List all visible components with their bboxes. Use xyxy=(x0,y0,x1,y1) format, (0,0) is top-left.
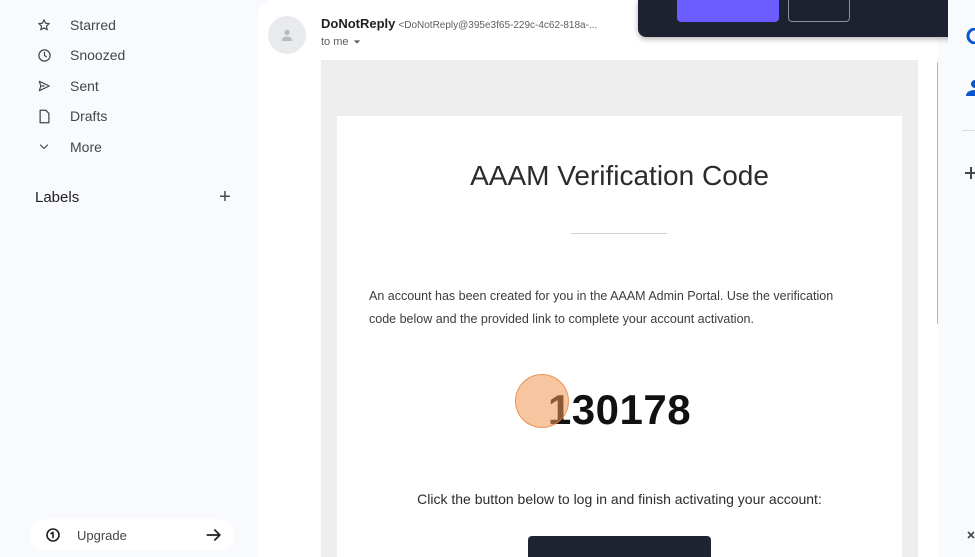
sidebar-item-label: Sent xyxy=(70,78,99,94)
extension-popup xyxy=(638,0,975,37)
email-instruction: Click the button below to log in and fin… xyxy=(417,491,822,507)
chevron-down-icon xyxy=(34,137,54,157)
clock-icon xyxy=(34,45,54,65)
email-paragraph: An account has been created for you in t… xyxy=(369,289,834,326)
add-app-icon[interactable] xyxy=(965,166,975,180)
send-icon xyxy=(34,76,54,96)
popup-primary-button[interactable] xyxy=(677,0,779,22)
sender-email: <DoNotReply@395e3f65-229c-4c62-818a-... xyxy=(398,20,598,31)
draft-icon xyxy=(34,106,54,126)
sidebar-item-sent[interactable]: Sent xyxy=(34,74,99,98)
verification-code: 130178 xyxy=(547,386,692,433)
person-icon xyxy=(281,29,293,41)
email-card: AAAM Verification Code An account has be… xyxy=(337,116,902,557)
upgrade-button[interactable]: Upgrade xyxy=(30,519,234,551)
sender-name[interactable]: DoNotReply xyxy=(321,16,395,31)
right-side-panel xyxy=(948,0,975,557)
star-icon xyxy=(34,15,54,35)
upgrade-label: Upgrade xyxy=(77,527,127,543)
sidebar-item-label: More xyxy=(70,139,102,155)
labels-section-header: Labels + xyxy=(35,187,235,207)
contacts-app-icon[interactable] xyxy=(966,80,975,96)
sidebar-item-starred[interactable]: Starred xyxy=(34,13,116,37)
rail-divider xyxy=(962,130,975,131)
arrow-right-icon xyxy=(204,525,224,545)
add-label-button[interactable]: + xyxy=(215,187,235,207)
avatar xyxy=(268,16,306,54)
sidebar-item-label: Snoozed xyxy=(70,47,126,63)
caret-down-icon xyxy=(353,40,360,44)
email-title: AAAM Verification Code xyxy=(470,160,769,191)
recipient-dropdown[interactable]: to me xyxy=(321,36,361,48)
popup-secondary-button[interactable] xyxy=(788,0,850,22)
scrollbar[interactable] xyxy=(937,60,938,326)
title-divider xyxy=(571,233,667,234)
calendar-app-icon[interactable] xyxy=(963,28,975,44)
email-body-background: AAAM Verification Code An account has be… xyxy=(321,60,918,557)
labels-title: Labels xyxy=(35,188,80,206)
sidebar-item-snoozed[interactable]: Snoozed xyxy=(34,43,125,67)
left-sidebar: Starred Snoozed Sent Drafts More Labels … xyxy=(0,0,258,557)
upgrade-icon xyxy=(45,527,61,543)
message-view: DoNotReply <DoNotReply@395e3f65-229c-4c6… xyxy=(258,0,938,557)
sidebar-item-label: Drafts xyxy=(70,108,108,124)
sender-line: DoNotReply <DoNotReply@395e3f65-229c-4c6… xyxy=(321,16,597,31)
collapse-panel-icon[interactable] xyxy=(966,530,975,540)
sidebar-item-more[interactable]: More xyxy=(34,135,102,159)
sidebar-item-label: Starred xyxy=(70,17,116,33)
recipient-label: to me xyxy=(321,36,349,48)
activate-account-button[interactable] xyxy=(528,536,711,557)
click-highlight xyxy=(515,374,569,428)
sidebar-item-drafts[interactable]: Drafts xyxy=(34,104,107,128)
